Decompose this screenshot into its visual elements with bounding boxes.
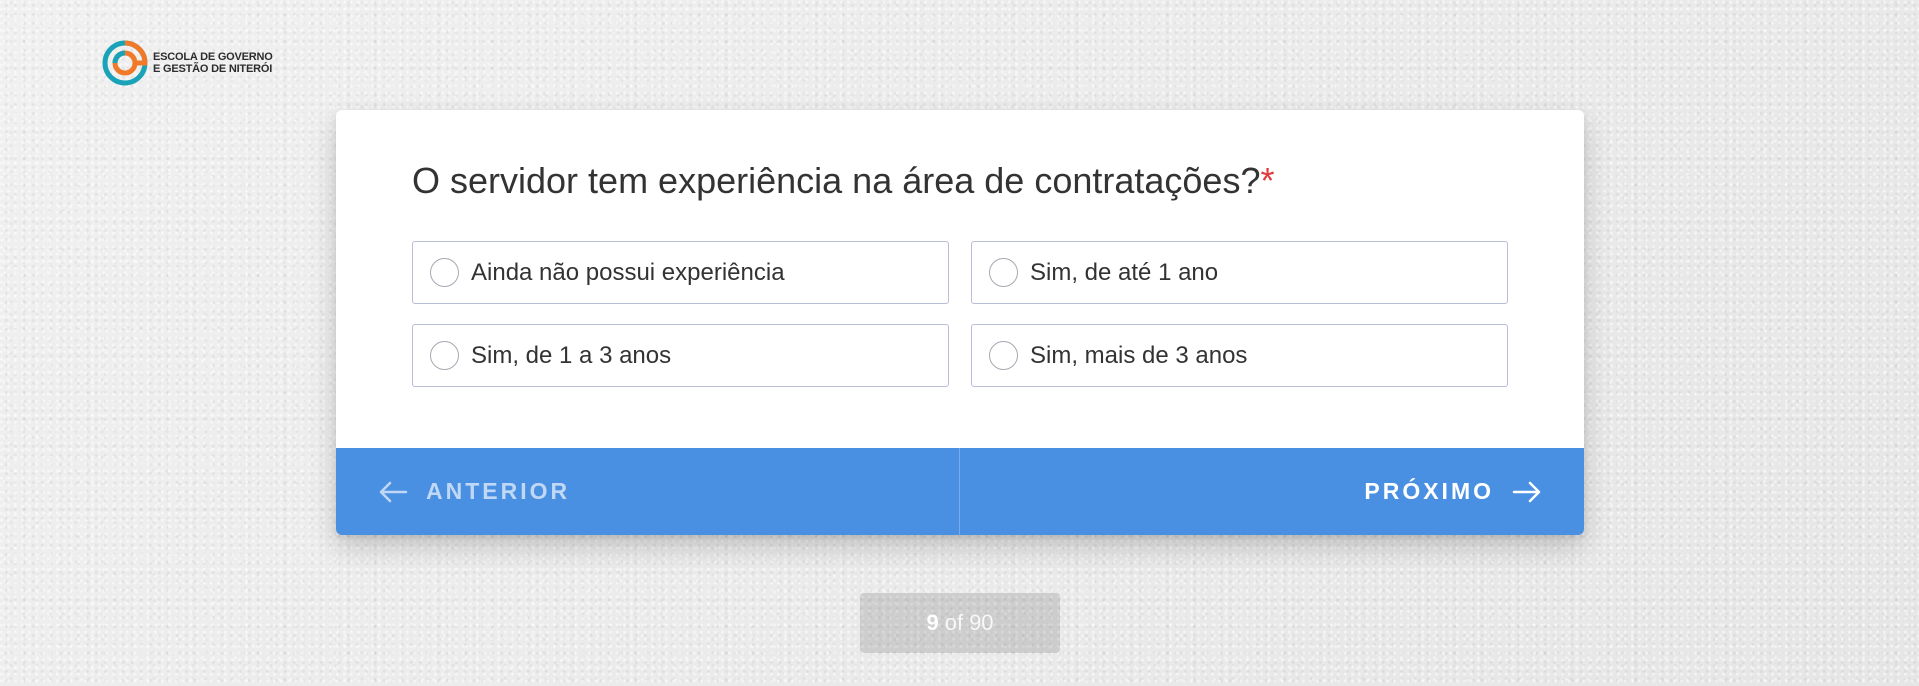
radio-button[interactable] (430, 341, 459, 370)
question-title: O servidor tem experiência na área de co… (412, 160, 1274, 202)
question-card: O servidor tem experiência na área de co… (336, 110, 1584, 535)
progress-indicator: 9 of 90 (860, 593, 1060, 653)
option-1-to-3-years[interactable]: Sim, de 1 a 3 anos (412, 324, 949, 387)
question-text: O servidor tem experiência na área de co… (412, 160, 1261, 201)
logo: ESCOLA DE GOVERNO E GESTÃO DE NITERÓI (100, 38, 273, 88)
arrow-left-icon (379, 481, 408, 502)
progress-total: 90 (969, 610, 994, 635)
answer-options: Ainda não possui experiência Sim, de até… (412, 241, 1508, 387)
logo-line-1: ESCOLA DE GOVERNO (153, 51, 273, 63)
option-more-than-3-years[interactable]: Sim, mais de 3 anos (971, 324, 1508, 387)
previous-button-label: ANTERIOR (426, 478, 571, 504)
egg-logo-icon (102, 40, 148, 86)
option-label: Sim, de 1 a 3 anos (471, 341, 672, 369)
previous-button[interactable]: ANTERIOR (336, 448, 960, 535)
logo-line-2: E GESTÃO DE NITERÓI (153, 63, 273, 75)
option-up-to-1-year[interactable]: Sim, de até 1 ano (971, 241, 1508, 304)
next-button-label: PRÓXIMO (1364, 478, 1494, 504)
arrow-right-icon (1512, 481, 1541, 502)
option-label: Ainda não possui experiência (471, 258, 785, 286)
next-button[interactable]: PRÓXIMO (960, 448, 1584, 535)
navigation-bar: ANTERIOR PRÓXIMO (336, 448, 1584, 535)
progress-current: 9 (926, 610, 939, 635)
required-marker: * (1260, 160, 1275, 201)
option-label: Sim, de até 1 ano (1030, 258, 1219, 286)
radio-button[interactable] (430, 258, 459, 287)
radio-button[interactable] (989, 258, 1018, 287)
progress-separator: of (944, 610, 964, 635)
logo-text: ESCOLA DE GOVERNO E GESTÃO DE NITERÓI (153, 51, 273, 75)
option-no-experience[interactable]: Ainda não possui experiência (412, 241, 949, 304)
option-label: Sim, mais de 3 anos (1030, 341, 1248, 369)
radio-button[interactable] (989, 341, 1018, 370)
